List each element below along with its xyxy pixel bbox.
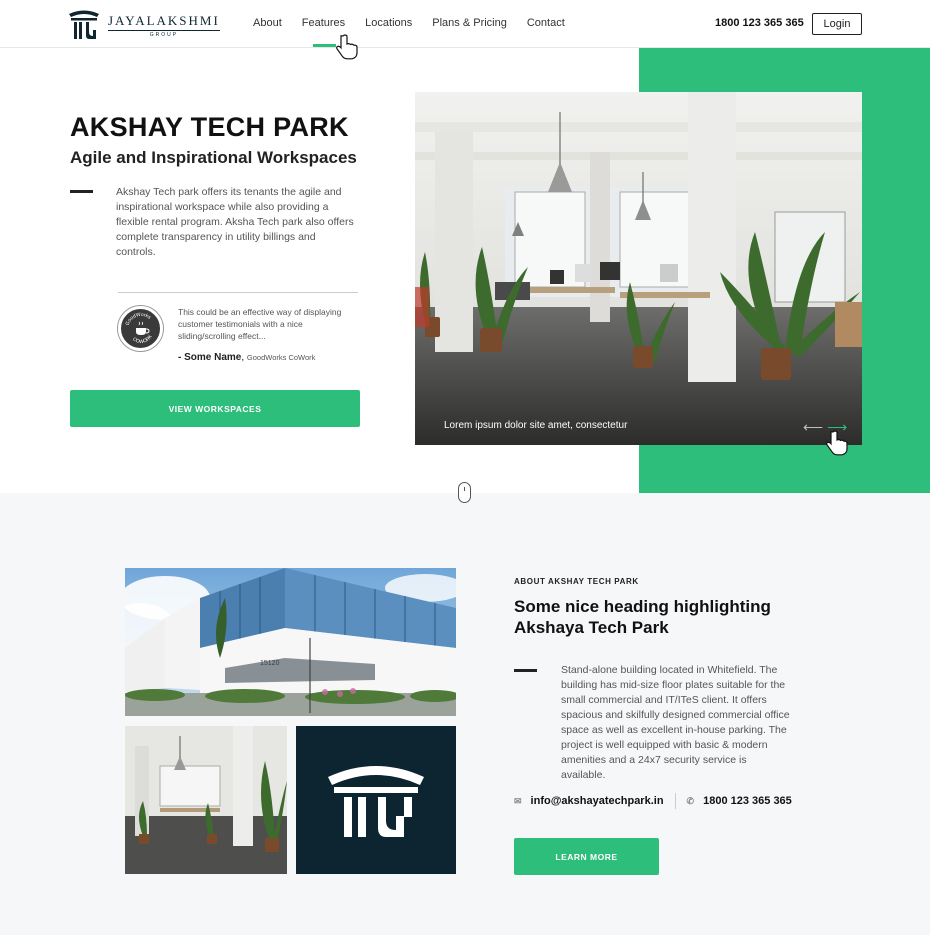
- nav-item-features[interactable]: Features: [302, 17, 345, 29]
- office-interior-image: [415, 92, 862, 445]
- office-thumbnail-image: [125, 726, 287, 874]
- slide-caption: Lorem ipsum dolor site amet, consectetur: [444, 420, 628, 431]
- about-heading: Some nice heading highlighting Akshaya T…: [514, 597, 771, 637]
- testimonial-avatar: GoodWorks COWORK: [118, 306, 163, 351]
- brand-logo-tile: [296, 726, 456, 874]
- login-button[interactable]: Login: [812, 13, 862, 35]
- mouse-icon[interactable]: [458, 482, 471, 503]
- learn-more-button[interactable]: LEARN MORE: [514, 838, 659, 875]
- page-title: AKSHAY TECH PARK: [70, 112, 349, 142]
- building-exterior-image: 15120: [125, 568, 456, 716]
- phone-icon: ✆: [686, 795, 695, 806]
- arrow-left-icon[interactable]: ⟵: [803, 419, 823, 435]
- contact-phone[interactable]: 1800 123 365 365: [703, 795, 792, 807]
- hero-dash-divider: [70, 190, 93, 193]
- nav-item-about[interactable]: About: [253, 17, 282, 29]
- about-kicker: ABOUT AKSHAY TECH PARK: [514, 577, 639, 586]
- brand-sub: GROUP: [149, 31, 179, 38]
- hero-subtitle: Agile and Inspirational Workspaces: [70, 148, 357, 167]
- view-workspaces-button[interactable]: VIEW WORKSPACES: [70, 390, 360, 427]
- brand-logo[interactable]: JAYALAKSHMI GROUP: [68, 8, 220, 42]
- about-description: Stand-alone building located in Whitefie…: [561, 664, 790, 781]
- hero-slide-image: [415, 92, 862, 445]
- site-header: JAYALAKSHMI GROUP About Features Locatio…: [0, 0, 930, 48]
- contact-separator: [674, 793, 676, 809]
- hero-description: Akshay Tech park offers its tenants the …: [116, 186, 354, 258]
- testimonial-divider: [118, 292, 358, 293]
- header-phone[interactable]: 1800 123 365 365: [715, 17, 804, 29]
- nav-item-plans-pricing[interactable]: Plans & Pricing: [432, 17, 507, 29]
- envelope-icon: ✉: [514, 795, 522, 806]
- testimonial-quote: This could be an effective way of displa…: [178, 307, 342, 341]
- building-image: 15120: [125, 568, 456, 716]
- pillar-logo-icon: [328, 766, 424, 837]
- main-nav: About Features Locations Plans & Pricing…: [253, 17, 565, 29]
- goodworks-logo-icon: GoodWorks COWORK: [122, 310, 159, 347]
- about-dash-divider: [514, 669, 537, 672]
- testimonial-author: - Some Name, GoodWorks CoWork: [178, 352, 316, 363]
- office-interior-thumbnail: [125, 726, 287, 874]
- contact-row: ✉ info@akshayatechpark.in ✆ 1800 123 365…: [514, 793, 792, 809]
- testimonial-company: GoodWorks CoWork: [246, 353, 316, 362]
- nav-item-locations[interactable]: Locations: [365, 17, 412, 29]
- pillar-logo-icon: [69, 10, 99, 39]
- nav-item-contact[interactable]: Contact: [527, 17, 565, 29]
- nav-active-indicator: [313, 44, 336, 47]
- brand-name: JAYALAKSHMI: [108, 13, 220, 31]
- hand-cursor-icon: [336, 34, 358, 60]
- hand-cursor-icon: [826, 430, 848, 456]
- testimonial-author-name: - Some Name: [178, 352, 242, 363]
- contact-email[interactable]: info@akshayatechpark.in: [531, 795, 664, 807]
